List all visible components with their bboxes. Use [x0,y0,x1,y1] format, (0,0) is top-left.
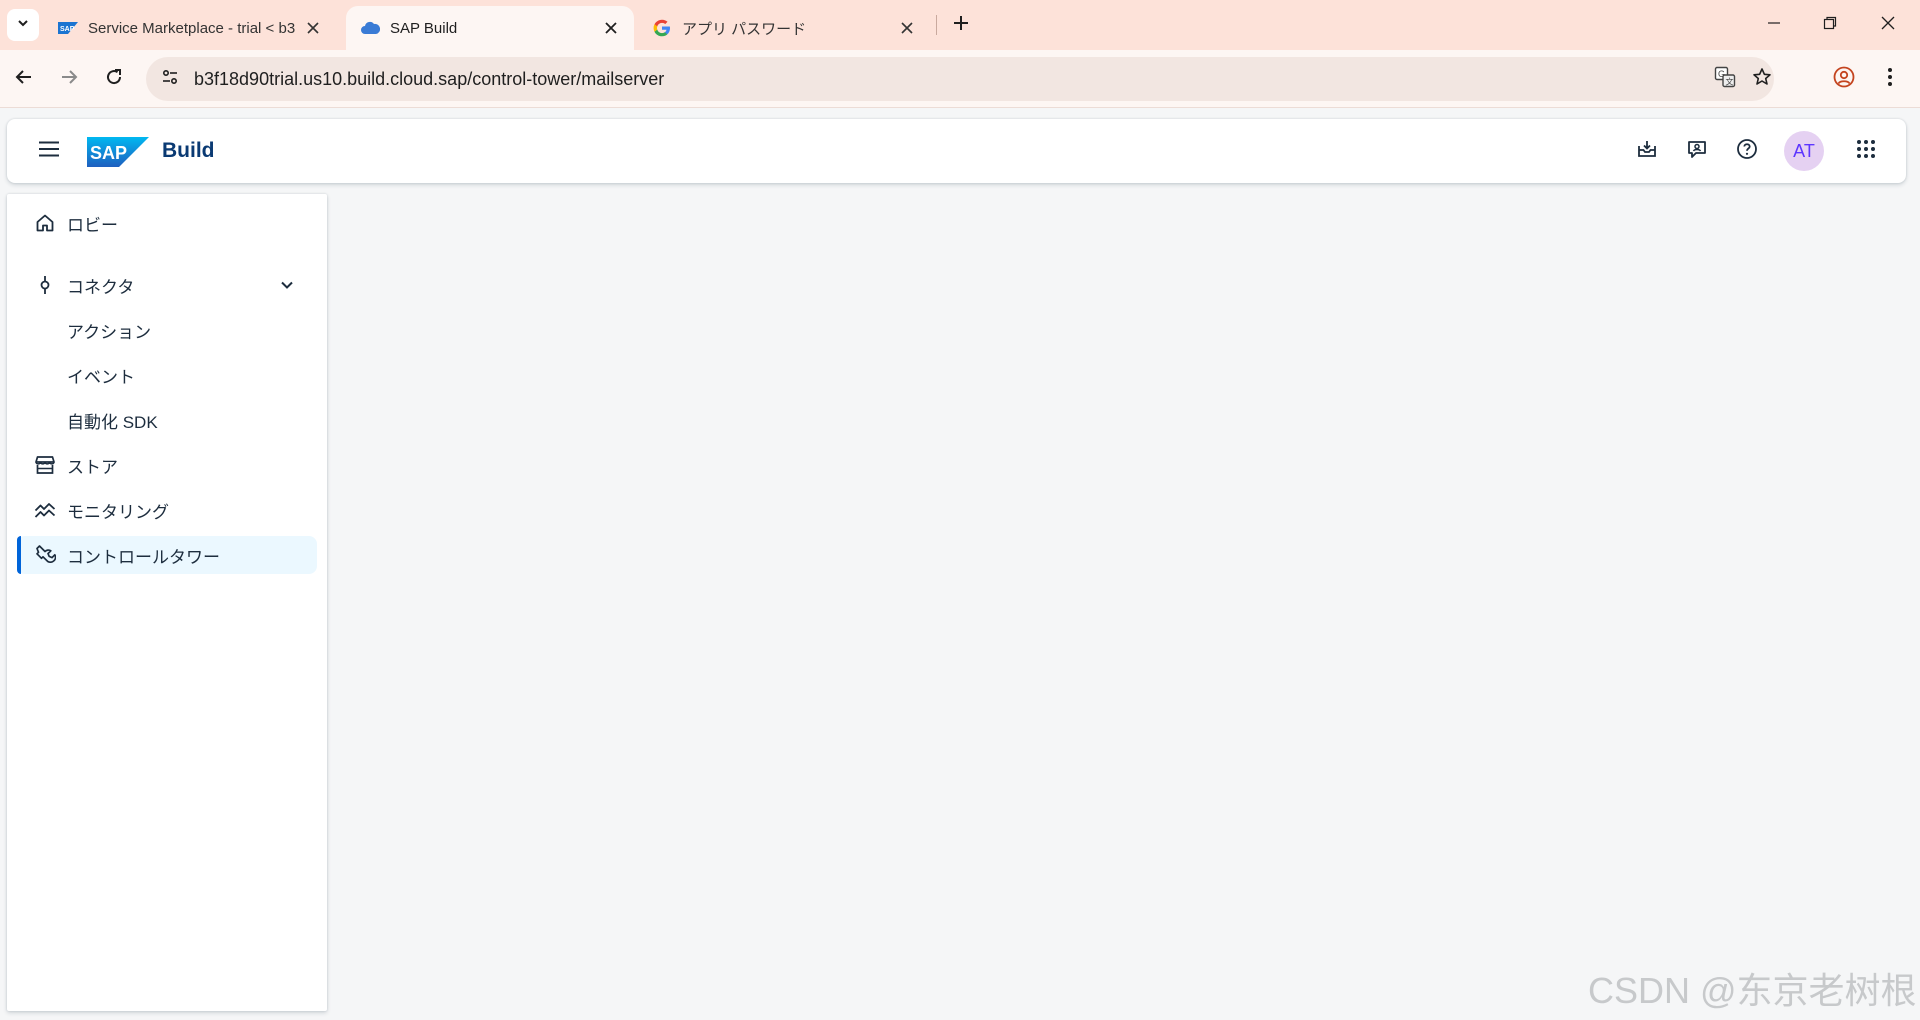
product-switch-button[interactable] [1850,135,1882,167]
tab-app-passwords[interactable]: アプリ パスワード [638,6,930,50]
help-button[interactable] [1731,135,1763,167]
profile-button[interactable] [1828,63,1860,95]
browser-menu-button[interactable] [1874,63,1906,95]
cloud-icon [360,18,380,38]
main-content [328,194,1920,1020]
connector-icon [33,273,57,297]
address-bar[interactable]: b3f18d90trial.us10.build.cloud.sap/contr… [146,57,1774,101]
restore-button[interactable] [1802,0,1858,50]
sap-logo[interactable]: SAP [87,137,151,167]
nav-item-automation-sdk[interactable]: 自動化 SDK [17,401,317,439]
tab-title: Service Marketplace - trial < b3 [88,19,296,37]
product-name[interactable]: Build [162,119,215,183]
nav-item-label: 自動化 SDK [67,412,158,432]
nav-item-lobby[interactable]: ロビー [17,204,317,242]
nav-item-events[interactable]: イベント [17,356,317,394]
reload-icon [105,68,123,91]
profile-icon [1833,66,1855,93]
tab-title: アプリ パスワード [682,20,807,38]
nav-item-label: ストア [67,457,118,477]
nav-item-actions[interactable]: アクション [17,311,317,349]
translate-icon: G文 [1714,66,1736,93]
nav-item-label: イベント [67,367,135,387]
reload-button[interactable] [98,63,130,95]
tab-title: SAP Build [390,19,458,37]
nav-item-label: アクション [67,322,152,342]
feedback-icon [1686,138,1708,165]
google-icon [652,18,672,38]
feedback-button[interactable] [1681,135,1713,167]
restore-icon [1823,16,1837,35]
avatar[interactable]: AT [1784,131,1824,171]
tab-sap-build[interactable]: SAP Build [346,6,634,50]
nav-item-store[interactable]: ストア [17,446,317,484]
minimize-icon [1767,16,1781,35]
hamburger-icon [39,141,59,162]
plus-icon [953,15,969,36]
translate-button[interactable]: G文 [1709,63,1741,95]
tab-service-marketplace[interactable]: SAP Service Marketplace - trial < b3 [44,6,336,50]
home-icon [33,211,57,235]
site-info-button[interactable] [154,63,186,95]
nav-item-label: ロビー [67,215,118,235]
close-icon[interactable] [302,17,324,39]
tab-separator [936,15,937,35]
url-text[interactable]: b3f18d90trial.us10.build.cloud.sap/contr… [194,57,664,101]
nav-item-label: モニタリング [67,502,169,522]
star-icon [1752,67,1772,92]
bookmark-button[interactable] [1746,63,1778,95]
browser-toolbar: b3f18d90trial.us10.build.cloud.sap/contr… [0,50,1920,108]
close-icon [1881,16,1895,35]
monitoring-icon [33,498,57,522]
close-window-button[interactable] [1860,0,1916,50]
inbox-icon [1636,138,1658,165]
back-button[interactable] [8,63,40,95]
close-icon[interactable] [896,17,918,39]
tune-icon [161,68,179,91]
close-icon[interactable] [600,17,622,39]
sap-icon: SAP [58,18,78,38]
sap-logo-text: SAP [90,143,127,163]
arrow-left-icon [15,68,33,91]
arrow-right-icon [60,68,78,91]
menu-button[interactable] [33,135,65,167]
new-tab-button[interactable] [945,9,977,41]
svg-text:SAP: SAP [60,26,75,33]
nav-item-monitoring[interactable]: モニタリング [17,491,317,529]
wrench-icon [33,543,57,567]
svg-text:文: 文 [1726,76,1734,86]
grid-icon [1856,139,1876,164]
nav-item-connectors[interactable]: コネクタ [17,266,317,304]
minimize-button[interactable] [1746,0,1802,50]
nav-item-control-tower[interactable]: コントロールタワー [17,536,317,574]
forward-button[interactable] [53,63,85,95]
browser-tab-strip: SAP Service Marketplace - trial < b3 SAP… [0,0,1920,50]
help-icon [1736,138,1758,165]
shell-bar: SAP Build AT [7,119,1906,183]
inbox-button[interactable] [1631,135,1663,167]
store-icon [33,453,57,477]
more-vertical-icon [1887,67,1893,92]
side-navigation: ロビー コネクタ アクション イベント 自動化 SDK ストア モニタリング コ… [7,194,327,1011]
chevron-down-icon [16,16,30,35]
nav-item-label: コントロールタワー [67,547,220,567]
nav-item-label: コネクタ [67,277,135,297]
tab-search-button[interactable] [7,9,39,41]
watermark: CSDN @东京老树根 [1588,970,1917,1011]
chevron-down-icon[interactable] [275,273,299,297]
